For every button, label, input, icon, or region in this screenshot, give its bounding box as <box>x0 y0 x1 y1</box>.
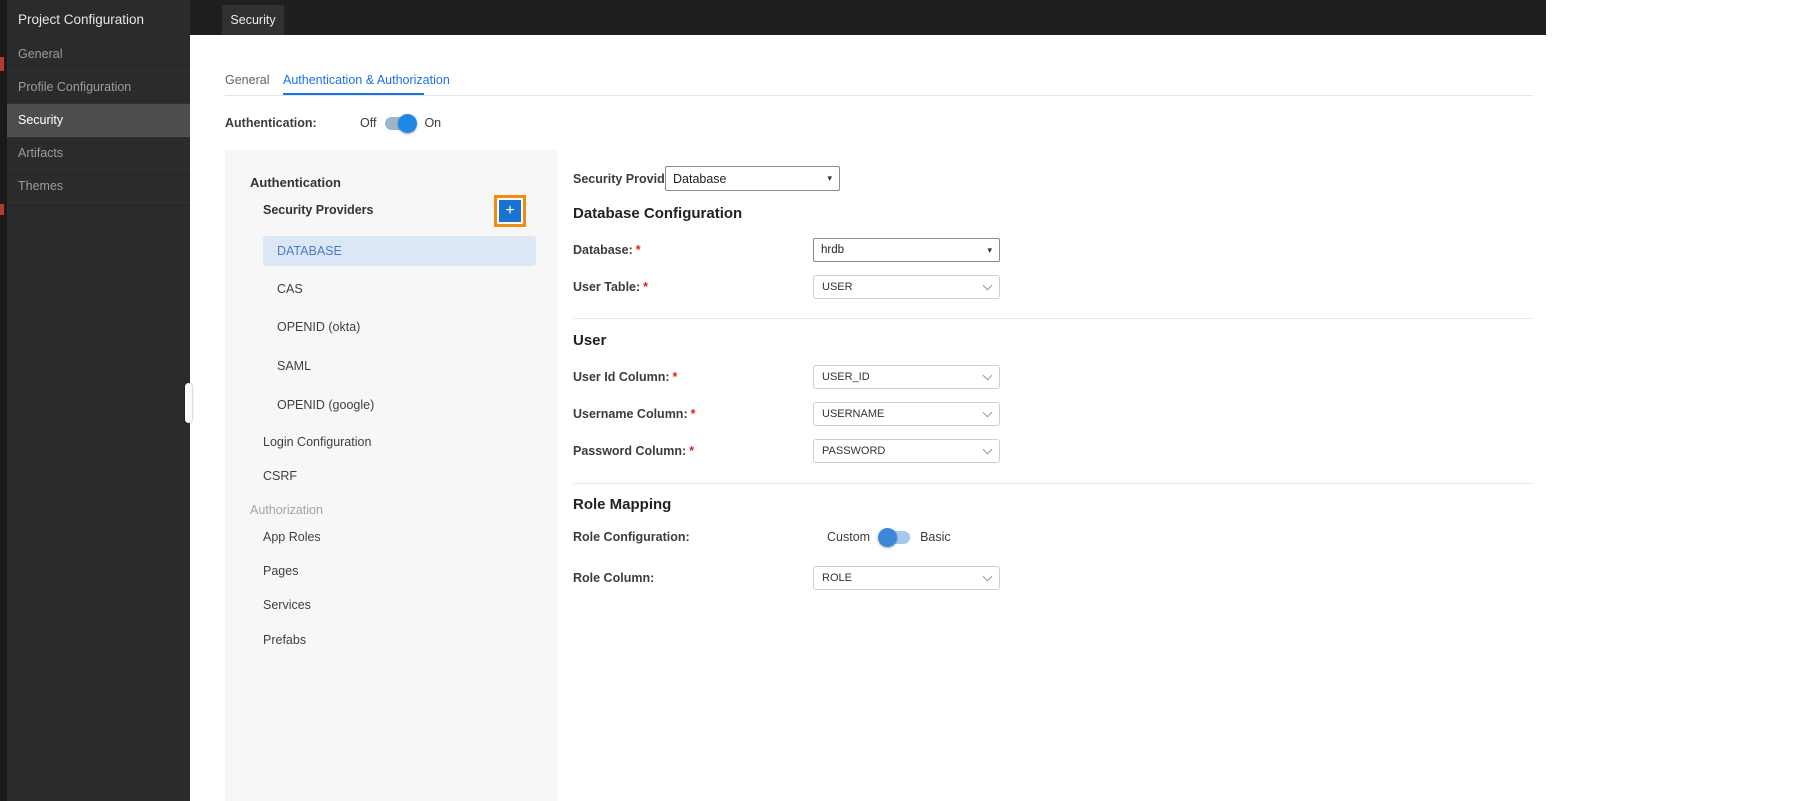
sidebar-item-general[interactable]: General <box>7 38 190 71</box>
topbar: Security <box>190 0 1546 35</box>
user-table-label: User Table: <box>573 280 641 294</box>
sidebar-items: General Profile Configuration Security A… <box>7 38 190 203</box>
tree-item-cas[interactable]: CAS <box>263 274 536 304</box>
tree-item-pages[interactable]: Pages <box>263 556 536 586</box>
chevron-down-icon <box>982 407 993 417</box>
toggle-knob-icon <box>878 527 898 547</box>
chevron-down-icon <box>982 280 993 290</box>
database-row: Database: * hrdb ▾ <box>573 238 1573 262</box>
user-table-select[interactable]: USER <box>813 275 1000 299</box>
authentication-label: Authentication: <box>225 116 317 130</box>
dropdown-arrow-icon: ▾ <box>827 173 832 183</box>
tree-item-database[interactable]: DATABASE <box>263 236 536 266</box>
tree-item-csrf[interactable]: CSRF <box>263 461 536 491</box>
database-label: Database: <box>573 243 633 257</box>
user-id-column-select[interactable]: USER_ID <box>813 365 1000 389</box>
section-title-role-mapping: Role Mapping <box>573 496 672 513</box>
toggle-on-label: On <box>424 116 442 130</box>
user-id-column-label: User Id Column: <box>573 370 670 384</box>
sidebar-item-profile-configuration[interactable]: Profile Configuration <box>7 71 190 104</box>
role-column-row: Role Column: ROLE <box>573 566 1573 590</box>
select-value: PASSWORD <box>822 445 886 457</box>
red-marker <box>0 57 4 71</box>
chevron-down-icon <box>982 370 993 380</box>
tree-item-app-roles[interactable]: App Roles <box>263 522 536 552</box>
security-provider-select[interactable]: Database ▾ <box>665 166 840 191</box>
chevron-down-icon <box>982 571 993 581</box>
authentication-toggle-group: Off On <box>360 113 441 133</box>
topbar-tab-security[interactable]: Security <box>222 5 284 35</box>
toggle-custom-label: Custom <box>827 530 871 544</box>
tree-node-security-providers[interactable]: Security Providers <box>263 203 373 217</box>
tabs-border <box>225 95 1533 96</box>
required-asterisk: * <box>635 243 641 257</box>
sidebar: Project Configuration General Profile Co… <box>0 0 190 801</box>
toggle-knob-icon <box>398 113 418 133</box>
tree-item-login-configuration[interactable]: Login Configuration <box>263 427 536 457</box>
security-provider-label: Security Provider <box>573 171 677 186</box>
tree-section-authentication: Authentication <box>250 175 341 190</box>
username-column-label: Username Column: <box>573 407 688 421</box>
select-value: USER_ID <box>822 371 870 383</box>
username-column-select[interactable]: USERNAME <box>813 402 1000 426</box>
password-column-row: Password Column: * PASSWORD <box>573 439 1573 463</box>
screen: Project Configuration General Profile Co… <box>0 0 1819 801</box>
sidebar-item-security[interactable]: Security <box>7 104 190 137</box>
required-asterisk: * <box>689 444 695 458</box>
required-asterisk: * <box>690 407 696 421</box>
user-id-column-row: User Id Column: * USER_ID <box>573 365 1573 389</box>
role-column-label: Role Column: <box>573 571 655 585</box>
chevron-down-icon <box>982 444 993 454</box>
tree-item-services[interactable]: Services <box>263 590 536 620</box>
username-column-row: Username Column: * USERNAME <box>573 402 1573 426</box>
section-title-database-configuration: Database Configuration <box>573 205 743 222</box>
role-configuration-row: Role Configuration: Custom Basic <box>573 526 1573 548</box>
add-provider-highlight: + <box>494 195 526 227</box>
select-value: hrdb <box>821 244 845 256</box>
role-configuration-toggle[interactable] <box>878 527 911 547</box>
tree-section-authorization: Authorization <box>250 503 323 517</box>
tab-authentication-authorization[interactable]: Authentication & Authorization <box>283 73 450 93</box>
add-provider-button[interactable]: + <box>499 200 521 222</box>
user-table-row: User Table: * USER <box>573 275 1573 299</box>
toggle-off-label: Off <box>360 116 377 130</box>
authentication-tree-panel: Authentication Security Providers + DATA… <box>225 150 557 801</box>
role-configuration-toggle-group: Custom Basic <box>813 526 951 548</box>
sidebar-title: Project Configuration <box>18 12 145 27</box>
tree-item-openid-google[interactable]: OPENID (google) <box>263 390 536 420</box>
scrollbar-thumb[interactable] <box>185 383 192 423</box>
red-marker <box>0 204 4 215</box>
database-select[interactable]: hrdb ▾ <box>813 238 1000 262</box>
security-provider-row: Security Provider Database ▾ <box>573 166 1573 191</box>
divider <box>573 318 1533 319</box>
sidebar-item-themes[interactable]: Themes <box>7 170 190 203</box>
dropdown-arrow-icon: ▾ <box>987 244 992 255</box>
tree-item-prefabs[interactable]: Prefabs <box>263 625 536 655</box>
select-value: ROLE <box>822 572 852 584</box>
role-column-select[interactable]: ROLE <box>813 566 1000 590</box>
select-value: USERNAME <box>822 408 885 420</box>
divider <box>573 483 1533 484</box>
authentication-toggle[interactable] <box>385 113 418 133</box>
password-column-label: Password Column: <box>573 444 687 458</box>
role-configuration-label: Role Configuration: <box>573 530 690 544</box>
section-title-user: User <box>573 332 607 349</box>
required-asterisk: * <box>643 280 649 294</box>
toggle-basic-label: Basic <box>920 530 951 544</box>
sidebar-edge-strip <box>0 0 7 801</box>
password-column-select[interactable]: PASSWORD <box>813 439 1000 463</box>
tree-item-openid-okta[interactable]: OPENID (okta) <box>263 312 536 342</box>
select-value: USER <box>822 281 853 293</box>
tab-general[interactable]: General <box>225 73 269 93</box>
required-asterisk: * <box>672 370 678 384</box>
tree-item-saml[interactable]: SAML <box>263 351 536 381</box>
select-value: Database <box>673 171 727 186</box>
sidebar-item-artifacts[interactable]: Artifacts <box>7 137 190 170</box>
